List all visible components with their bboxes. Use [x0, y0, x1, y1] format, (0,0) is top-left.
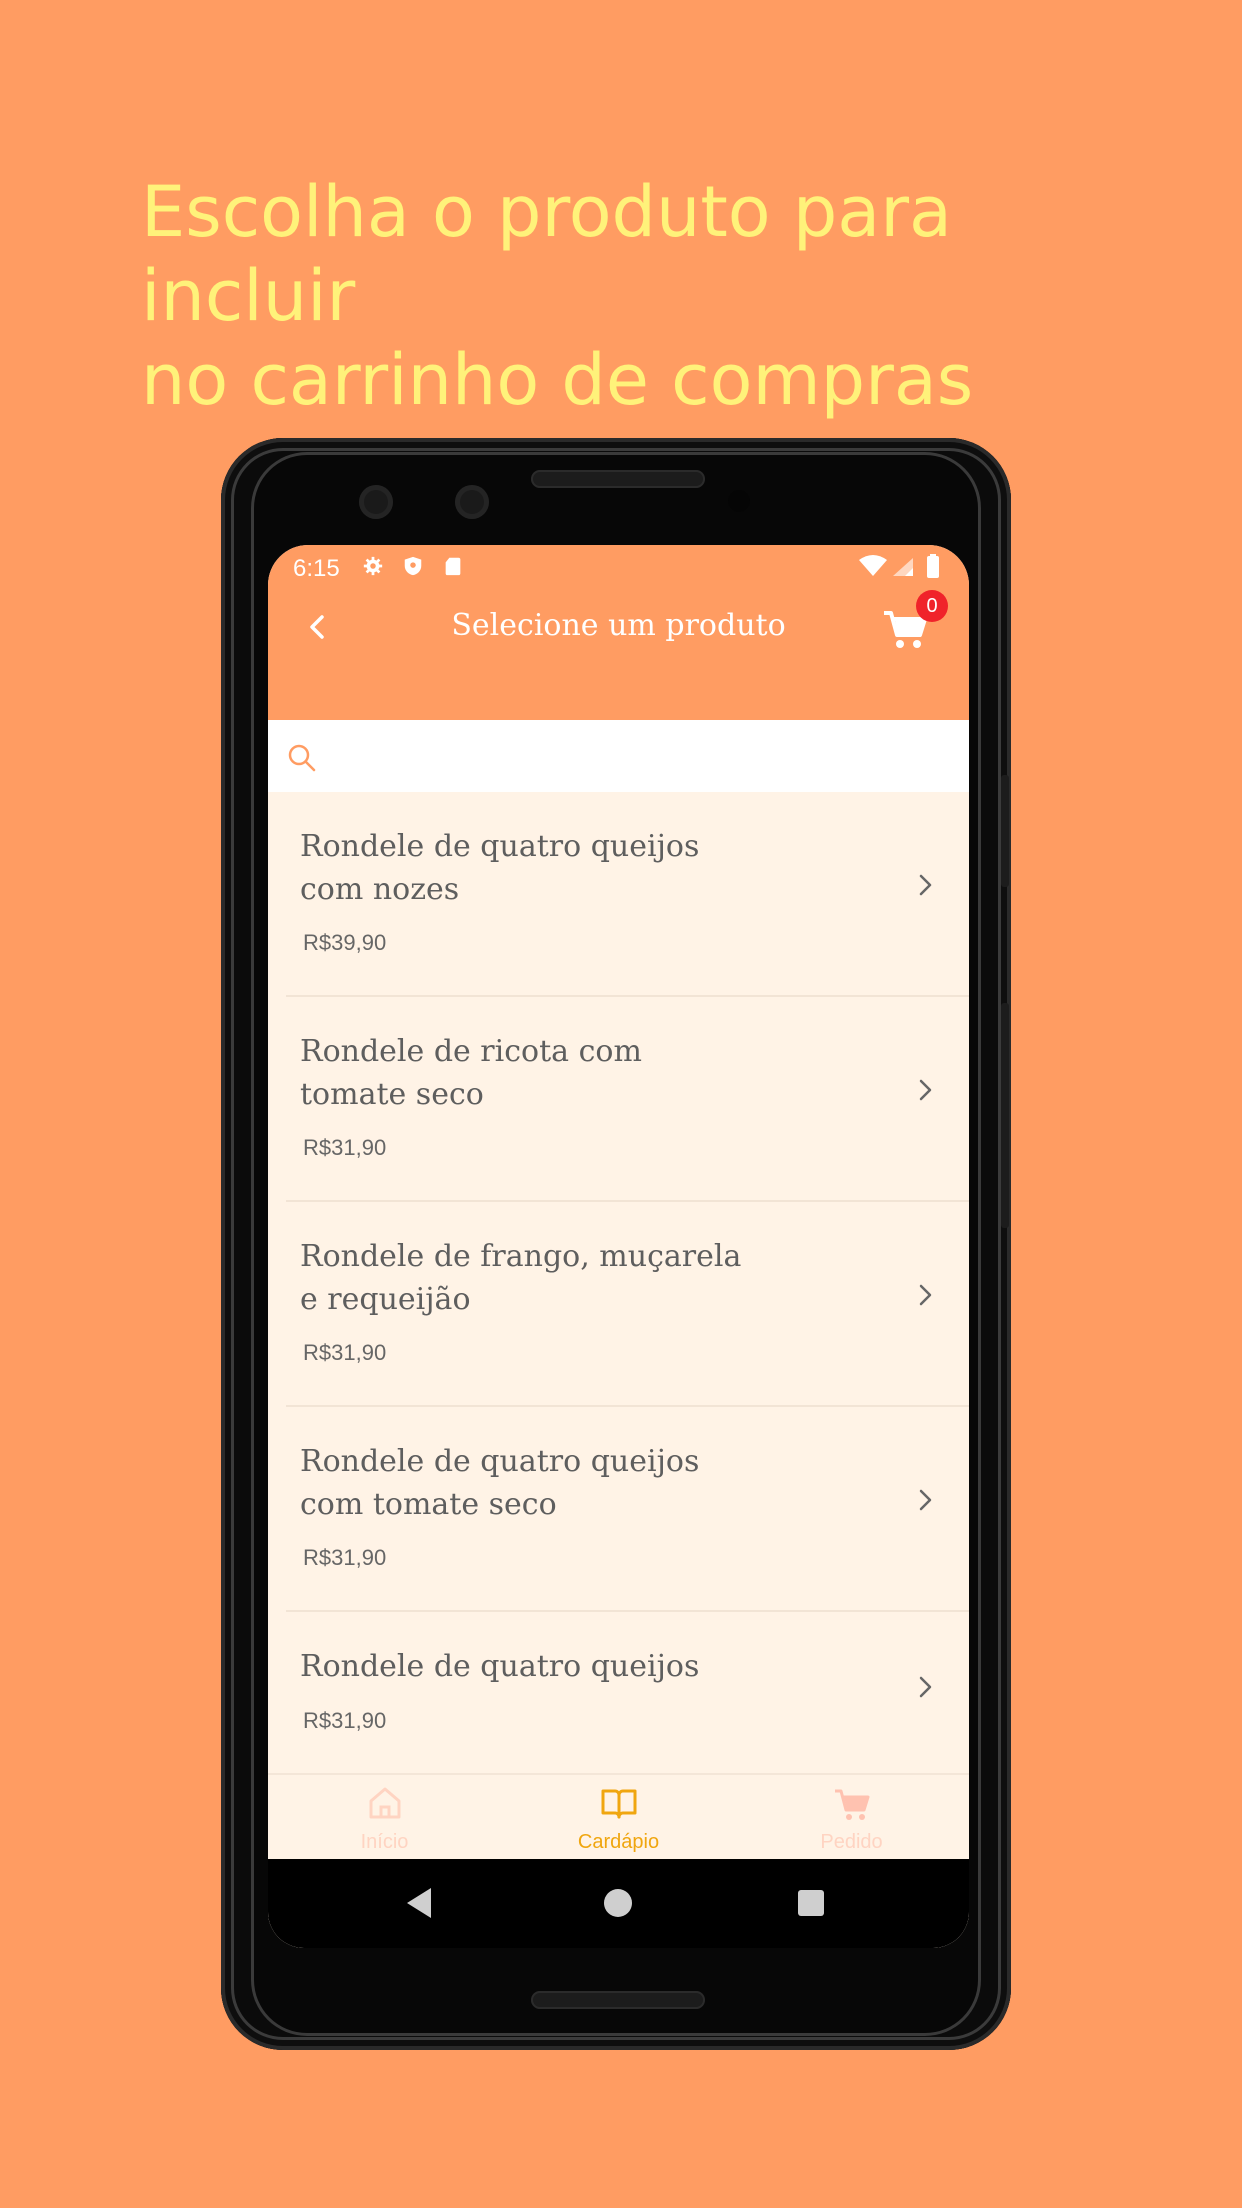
product-item[interactable]: Rondele de quatro queijos com nozes R$39,… — [268, 792, 969, 997]
tab-label: Cardápio — [577, 1831, 660, 1853]
system-recents-icon[interactable] — [798, 1890, 824, 1916]
promo-headline: Escolha o produto para incluir no carrin… — [141, 170, 1141, 422]
product-name: Rondele de quatro queijos com tomate seco — [300, 1444, 700, 1522]
cart-count-badge: 0 — [916, 590, 948, 622]
status-time: 6:15 — [293, 555, 340, 582]
product-price: R$31,90 — [303, 1708, 387, 1733]
chevron-right-icon — [919, 1079, 932, 1101]
product-price: R$31,90 — [303, 1340, 387, 1365]
shield-icon — [404, 556, 422, 576]
signal-battery-icons — [859, 554, 939, 578]
product-price: R$31,90 — [303, 1135, 387, 1160]
product-name: Rondele de quatro queijos — [300, 1649, 700, 1684]
product-item[interactable]: Rondele de frango, muçarela e requeijão R… — [268, 1202, 969, 1407]
tab-label: Início — [360, 1831, 409, 1853]
product-name: Rondele de frango, muçarela e requeijão — [300, 1239, 742, 1317]
sd-card-icon — [445, 557, 461, 576]
search-input[interactable] — [330, 730, 954, 784]
promo-headline-line1: Escolha o produto para incluir — [141, 171, 952, 337]
product-price: R$31,90 — [303, 1545, 387, 1570]
phone-bottom-speaker — [531, 1991, 705, 2009]
system-back-icon[interactable] — [405, 1886, 435, 1920]
tab-cardapio[interactable]: Cardápio — [502, 1775, 735, 1865]
settings-icon — [363, 556, 383, 576]
chevron-right-icon — [919, 1284, 932, 1306]
page-title: Selecione um produto — [451, 608, 786, 643]
cart-icon — [835, 1789, 870, 1820]
product-item[interactable]: Rondele de quatro queijos com tomate seco… — [268, 1407, 969, 1612]
chevron-right-icon — [919, 1489, 932, 1511]
app-bar: 6:15 Selecione um produto 0 — [268, 545, 969, 720]
product-item[interactable]: Rondele de ricota com tomate seco R$31,90 — [268, 997, 969, 1202]
search-icon — [288, 744, 316, 772]
back-arrow-icon[interactable] — [298, 607, 338, 647]
system-navigation-bar — [268, 1859, 969, 1948]
product-name: Rondele de ricota com tomate seco — [300, 1034, 642, 1112]
status-bar: 6:15 — [268, 545, 969, 589]
phone-power-button — [1001, 775, 1009, 887]
phone-volume-button — [1001, 1003, 1009, 1228]
home-icon — [369, 1787, 401, 1819]
promo-headline-line2: no carrinho de compras — [141, 339, 974, 421]
product-item[interactable]: Rondele de quatro queijos R$31,90 — [268, 1612, 969, 1775]
tab-pedido[interactable]: Pedido — [735, 1775, 968, 1865]
product-price: R$39,90 — [303, 930, 387, 955]
search-bar — [268, 720, 969, 792]
front-camera-icon — [359, 485, 393, 519]
book-icon — [601, 1789, 637, 1819]
chevron-right-icon — [919, 874, 932, 896]
tab-inicio[interactable]: Início — [268, 1775, 501, 1865]
front-camera-icon — [455, 485, 489, 519]
tab-label: Pedido — [820, 1831, 883, 1853]
phone-top-speaker — [531, 470, 705, 488]
system-home-icon[interactable] — [604, 1889, 632, 1917]
proximity-sensor-icon — [728, 490, 750, 512]
phone-screen: 6:15 Selecione um produto 0 Rondele de q… — [268, 545, 969, 1948]
product-list: Rondele de quatro queijos com nozes R$39,… — [268, 792, 969, 1775]
chevron-right-icon — [919, 1676, 932, 1698]
product-name: Rondele de quatro queijos com nozes — [300, 829, 700, 907]
